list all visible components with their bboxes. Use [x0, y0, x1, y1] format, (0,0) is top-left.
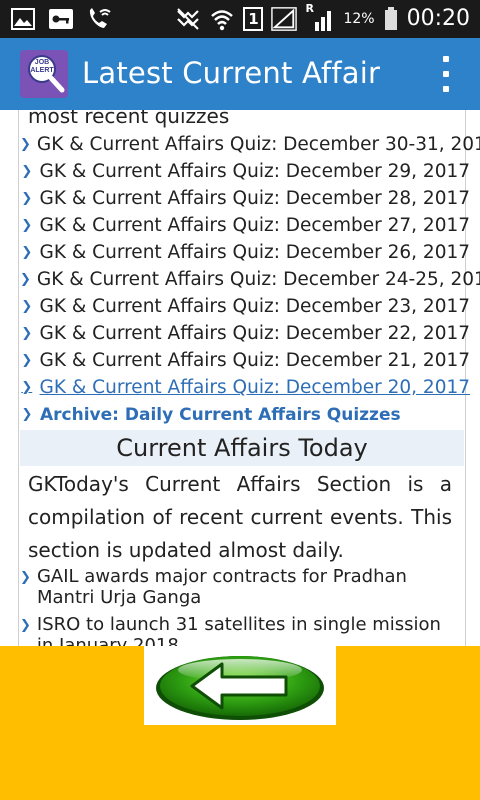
quiz-link[interactable]: ❯ GK & Current Affairs Quiz: December 27,… — [20, 212, 470, 239]
news-link[interactable]: ❯ ISRO to launch 31 satellites in single … — [20, 614, 460, 646]
content-webview[interactable]: most recent quizzes ❯ GK & Current Affair… — [0, 110, 480, 646]
quiz-link-label: GK & Current Affairs Quiz: December 28, … — [39, 188, 470, 209]
quiz-link[interactable]: ❯ GK & Current Affairs Quiz: December 21,… — [20, 347, 470, 374]
clock: 00:20 — [406, 6, 470, 31]
today-description: GKToday's Current Affairs Section is a c… — [28, 472, 452, 562]
app-title: Latest Current Affair — [82, 56, 381, 90]
quiz-link[interactable]: ❯ GK & Current Affairs Quiz: December 28,… — [20, 185, 470, 212]
bullet-icon: ❯ — [21, 191, 33, 206]
bullet-icon: ❯ — [21, 164, 33, 179]
wifi-call-icon — [86, 6, 112, 32]
archive-link[interactable]: ❯ Archive: Daily Current Affairs Quizzes — [20, 401, 470, 428]
sim1-icon: 1 — [243, 7, 264, 31]
quiz-link-visited[interactable]: ❯ GK & Current Affairs Quiz: December 20,… — [20, 374, 470, 401]
quiz-link-label: GK & Current Affairs Quiz: December 23, … — [39, 296, 470, 317]
quiz-list: ❯ GK & Current Affairs Quiz: December 30-… — [20, 131, 480, 428]
bullet-icon: ❯ — [20, 137, 31, 152]
today-title: Current Affairs Today — [116, 434, 368, 462]
bullet-icon: ❯ — [21, 353, 33, 368]
image-icon — [10, 6, 36, 32]
quiz-link[interactable]: ❯ GK & Current Affairs Quiz: December 23,… — [20, 293, 470, 320]
quiz-link-label: GK & Current Affairs Quiz: December 24-2… — [36, 269, 480, 290]
quiz-link[interactable]: ❯ GK & Current Affairs Quiz: December 22,… — [20, 320, 470, 347]
battery-icon — [383, 6, 399, 32]
quiz-link[interactable]: ❯ GK & Current Affairs Quiz: December 30-… — [20, 131, 480, 158]
bullet-icon: ❯ — [21, 326, 33, 341]
quiz-link[interactable]: ❯ GK & Current Affairs Quiz: December 29,… — [20, 158, 470, 185]
quiz-link[interactable]: ❯ GK & Current Affairs Quiz: December 24-… — [20, 266, 480, 293]
quiz-link[interactable]: ❯ GK & Current Affairs Quiz: December 26,… — [20, 239, 470, 266]
signal-roaming-icon: R — [305, 2, 335, 32]
quizzes-heading: most recent quizzes — [28, 110, 230, 128]
quiz-link-label: GK & Current Affairs Quiz: December 26, … — [39, 242, 470, 263]
bottom-banner — [0, 646, 480, 800]
app-logo: JOB ALERT — [20, 50, 68, 98]
quiz-link-label: GK & Current Affairs Quiz: December 21, … — [39, 350, 470, 371]
roaming-label: R — [305, 2, 314, 15]
wifi-icon — [209, 6, 235, 32]
bullet-icon: ❯ — [21, 218, 33, 233]
news-list: ❯ GAIL awards major contracts for Pradhan… — [20, 566, 460, 646]
signal-icon — [271, 6, 298, 32]
quiz-link-label: GK & Current Affairs Quiz: December 29, … — [39, 161, 470, 182]
bullet-icon: ❯ — [20, 272, 31, 287]
vibrate-icon — [175, 6, 201, 32]
quiz-link-label: GK & Current Affairs Quiz: December 20, … — [39, 377, 470, 398]
bullet-icon: ❯ — [20, 569, 31, 585]
back-button[interactable] — [144, 646, 336, 725]
archive-link-label: Archive: Daily Current Affairs Quizzes — [40, 404, 401, 425]
quiz-link-label: GK & Current Affairs Quiz: December 27, … — [39, 215, 470, 236]
news-link-label: ISRO to launch 31 satellites in single m… — [36, 614, 441, 646]
bullet-icon: ❯ — [21, 380, 33, 395]
key-icon — [48, 6, 74, 32]
quiz-link-label: GK & Current Affairs Quiz: December 22, … — [39, 323, 470, 344]
bullet-icon: ❯ — [20, 617, 31, 633]
app-bar: JOB ALERT Latest Current Affair — [0, 38, 480, 110]
today-section-header: Current Affairs Today — [20, 430, 464, 466]
news-link-label: GAIL awards major contracts for Pradhan … — [36, 566, 407, 608]
news-link[interactable]: ❯ GAIL awards major contracts for Pradhan… — [20, 566, 460, 608]
back-arrow-icon — [156, 655, 324, 720]
app-logo-text: JOB ALERT — [30, 59, 54, 74]
bullet-icon: ❯ — [21, 299, 33, 314]
quiz-link-label: GK & Current Affairs Quiz: December 30-3… — [36, 134, 480, 155]
bullet-icon: ❯ — [21, 407, 33, 422]
bullet-icon: ❯ — [21, 245, 33, 260]
status-bar: 1 R 12% 00:20 — [0, 0, 480, 38]
battery-percent: 12% — [343, 11, 375, 27]
overflow-menu-icon[interactable] — [438, 54, 454, 94]
